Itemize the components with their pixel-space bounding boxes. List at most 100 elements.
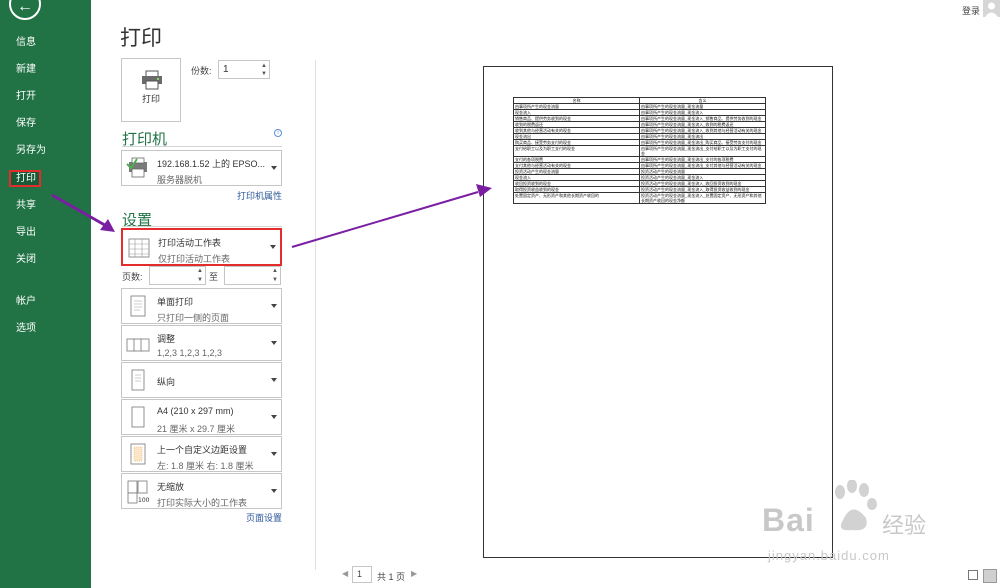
collate-title: 调整 xyxy=(157,334,176,344)
pages-label: 页数: xyxy=(122,272,143,282)
preview-cell-meaning: 由事项所产生的现金流量_现金流入_销售商品、提供劳务收到的现金 xyxy=(639,115,766,122)
printer-dropdown[interactable]: 192.168.1.52 上的 EPSO... 服务器脱机 xyxy=(121,150,282,186)
preview-cell-meaning: 由事项所产生的现金流量_现金流入_收到其他与经营活动有关的现金 xyxy=(639,127,766,134)
svg-text:100: 100 xyxy=(138,497,150,504)
printer-properties-link[interactable]: 打印机属性 xyxy=(237,189,282,202)
printer-icon xyxy=(142,70,162,90)
chevron-down-icon xyxy=(271,166,277,170)
scaling-subtitle: 打印实际大小的工作表 xyxy=(157,498,248,508)
preview-cell-name: 支付给职工以及为职工支付的现金 xyxy=(513,145,640,157)
page-setup-link[interactable]: 页面设置 xyxy=(246,511,282,524)
copies-input[interactable]: 1 ▲ ▼ xyxy=(218,60,270,79)
sidebar-item-open[interactable]: 打开 xyxy=(16,90,36,104)
preview-cell-meaning: 投资活动产生的现金流量_现金流入_处置固定资产、无形资产和其他长期资产收回的现金… xyxy=(639,192,766,204)
sidebar-item-info[interactable]: 信息 xyxy=(16,36,36,50)
margins-icon xyxy=(130,443,146,465)
printer-offline-icon xyxy=(126,157,147,178)
paper-size-dropdown[interactable]: A4 (210 x 297 mm) 21 厘米 x 29.7 厘米 xyxy=(121,399,282,435)
sidebar-item-account[interactable]: 帐户 xyxy=(16,295,36,309)
current-page-input[interactable]: 1 xyxy=(352,566,372,583)
watermark-brand-cn: 经验 xyxy=(882,513,927,538)
next-page-icon[interactable]: ▶ xyxy=(411,569,417,578)
printer-status: 服务器脱机 xyxy=(157,175,203,185)
sidebar-item-close[interactable]: 关闭 xyxy=(16,253,36,267)
copies-value: 1 xyxy=(223,64,229,75)
spin-up-icon[interactable]: ▲ xyxy=(261,63,267,69)
orientation-title: 纵向 xyxy=(157,377,176,387)
backstage-sidebar: ← 信息 新建 打开 保存 另存为 打印 共享 导出 关闭 帐户 选项 xyxy=(0,0,91,588)
sidebar-item-share[interactable]: 共享 xyxy=(16,199,36,213)
chevron-down-icon xyxy=(271,341,277,345)
preview-cell-meaning: 由事项所产生的现金流量_现金流出_支付其他与经营活动有关的现金 xyxy=(639,162,766,169)
scaling-icon: 100 xyxy=(127,480,150,504)
preview-table-row: 支付给职工以及为职工支付的现金 由事项所产生的现金流量_现金流出_支付给职工以及为… xyxy=(513,145,766,157)
copies-label: 份数: xyxy=(191,66,212,76)
sidebar-item-save-as[interactable]: 另存为 xyxy=(16,144,46,158)
margins-subtitle: 左: 1.8 厘米 右: 1.8 厘米 xyxy=(157,461,254,471)
margins-dropdown[interactable]: 上一个自定义边距设置 左: 1.8 厘米 右: 1.8 厘米 xyxy=(121,436,282,472)
sides-dropdown[interactable]: 单面打印 只打印一侧的页面 xyxy=(121,288,282,324)
print-button[interactable]: 打印 xyxy=(121,58,181,122)
paper-size-icon xyxy=(131,406,145,428)
preview-cell-meaning: 投资活动产生的现金流量_现金流入_取得投资收益收到的现金 xyxy=(639,186,766,193)
sidebar-item-save[interactable]: 保存 xyxy=(16,117,36,131)
section-divider xyxy=(122,226,282,227)
spin-up-icon[interactable]: ▲ xyxy=(272,268,278,274)
watermark-brand: Bai xyxy=(762,502,815,538)
scaling-dropdown[interactable]: 100 无缩放 打印实际大小的工作表 xyxy=(121,473,282,509)
sidebar-item-export[interactable]: 导出 xyxy=(16,226,36,240)
chevron-down-icon xyxy=(271,452,277,456)
show-margins-icon[interactable] xyxy=(968,570,978,580)
spin-down-icon[interactable]: ▼ xyxy=(197,277,203,283)
zoom-to-page-icon[interactable] xyxy=(983,569,997,583)
back-arrow-icon: ← xyxy=(17,0,33,15)
chevron-down-icon xyxy=(271,304,277,308)
user-icon xyxy=(985,2,998,17)
orientation-dropdown[interactable]: 纵向 xyxy=(121,362,282,398)
prev-page-icon[interactable]: ◀ xyxy=(342,569,348,578)
pages-to-label: 至 xyxy=(209,272,219,282)
page-title: 打印 xyxy=(120,27,162,50)
preview-table-body: 由事项所产生的现金流量 由事项所产生的现金流量_现金流量 现金流入 由事项所产生的现金… xyxy=(513,103,766,204)
sidebar-item-new[interactable]: 新建 xyxy=(16,63,36,77)
one-sided-icon xyxy=(130,295,146,317)
back-button[interactable]: ← xyxy=(9,0,41,20)
section-divider xyxy=(122,146,282,147)
paper-size-title: A4 (210 x 297 mm) xyxy=(157,406,234,416)
panel-divider xyxy=(315,60,316,570)
scaling-title: 无缩放 xyxy=(157,482,185,492)
baidu-watermark: Bai 经验 jingyan.baidu.com xyxy=(748,479,948,570)
pages-to-input[interactable]: ▲ ▼ xyxy=(224,266,281,285)
spin-up-icon[interactable]: ▲ xyxy=(197,268,203,274)
worksheet-icon xyxy=(128,238,150,258)
login-link[interactable]: 登录 xyxy=(962,4,980,17)
page-total: 共 1 页 xyxy=(377,572,406,582)
watermark-url: jingyan.baidu.com xyxy=(768,548,890,563)
print-what-dropdown[interactable]: 打印活动工作表 仅打印活动工作表 xyxy=(121,228,282,266)
print-what-subtitle: 仅打印活动工作表 xyxy=(158,254,231,264)
sidebar-item-print[interactable]: 打印 xyxy=(9,170,41,187)
margins-title: 上一个自定义边距设置 xyxy=(157,445,248,455)
collate-dropdown[interactable]: 调整 1,2,3 1,2,3 1,2,3 xyxy=(121,325,282,361)
chevron-down-icon xyxy=(271,489,277,493)
spin-down-icon[interactable]: ▼ xyxy=(261,71,267,77)
print-button-label: 打印 xyxy=(141,94,160,104)
sides-subtitle: 只打印一侧的页面 xyxy=(157,313,230,323)
print-what-title: 打印活动工作表 xyxy=(158,238,222,248)
preview-table: 名称 含义 由事项所产生的现金流量 由事项所产生的现金流量_现金流量 现金流入 由事项… xyxy=(513,97,766,204)
spin-down-icon[interactable]: ▼ xyxy=(272,277,278,283)
portrait-icon xyxy=(131,369,145,391)
chevron-down-icon xyxy=(270,245,276,249)
sidebar-item-options[interactable]: 选项 xyxy=(16,322,36,336)
avatar[interactable] xyxy=(983,0,1000,17)
preview-table-row: 处置固定资产、无形资产和其他长期资产收回的 投资活动产生的现金流量_现金流入_处置… xyxy=(513,192,766,204)
preview-cell-meaning: 由事项所产生的现金流量_现金流出_支付给职工以及为职工支付的现金 xyxy=(639,145,766,157)
chevron-down-icon xyxy=(271,378,277,382)
info-icon[interactable]: i xyxy=(274,129,282,137)
printer-name: 192.168.1.52 上的 EPSO... xyxy=(157,159,266,169)
preview-cell-name: 处置固定资产、无形资产和其他长期资产收回的 xyxy=(513,192,640,204)
annotation-arrow-2 xyxy=(291,191,479,248)
pages-from-input[interactable]: ▲ ▼ xyxy=(149,266,206,285)
chevron-down-icon xyxy=(271,415,277,419)
collate-subtitle: 1,2,3 1,2,3 1,2,3 xyxy=(157,348,223,358)
